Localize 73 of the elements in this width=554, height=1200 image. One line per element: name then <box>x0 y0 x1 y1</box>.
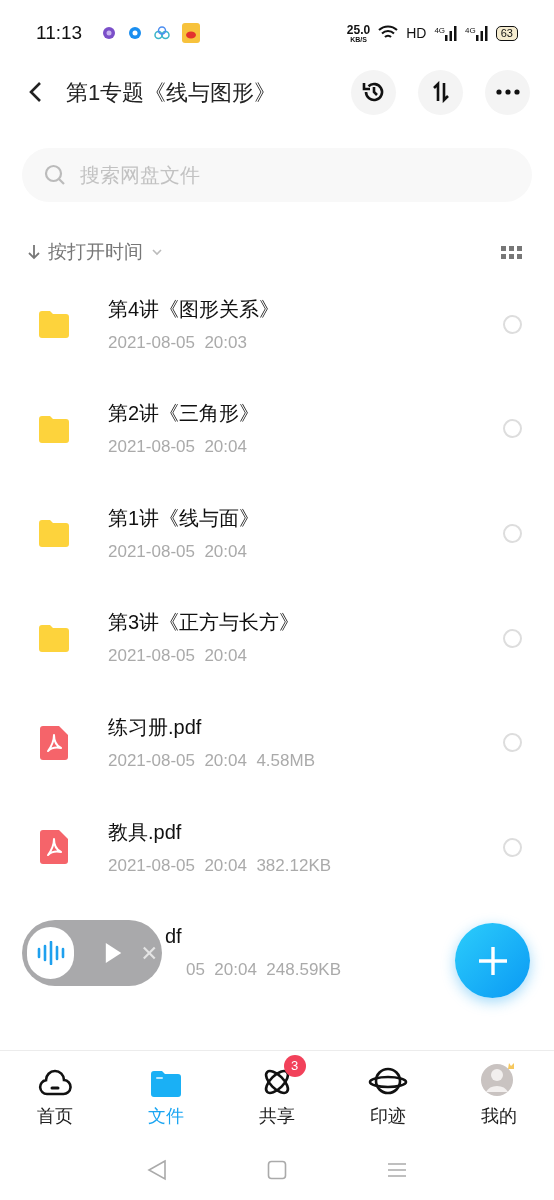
file-row[interactable]: 第1讲《线与面》 2021-08-05 20:04 <box>0 481 554 586</box>
folder-icon <box>37 414 71 443</box>
file-name: df <box>165 924 182 950</box>
select-radio[interactable] <box>503 419 522 439</box>
file-meta: 2021-08-05 20:04 <box>108 645 248 668</box>
file-name: 第3讲《正方与长方》 <box>108 610 300 636</box>
sort-dropdown[interactable]: 按打开时间 <box>28 237 163 267</box>
file-row[interactable]: 教具.pdf 2021-08-05 20:04 382.12KB <box>0 794 554 900</box>
select-radio[interactable] <box>503 628 522 648</box>
nav-tab[interactable]: 我的 <box>443 1051 554 1140</box>
file-row[interactable]: 第4讲《图形关系》 2021-08-05 20:03 <box>0 272 554 377</box>
select-radio[interactable] <box>503 837 522 857</box>
nav-tab[interactable]: 首页 <box>0 1051 111 1140</box>
back-nav-icon[interactable] <box>147 1159 167 1181</box>
app-notification-icon <box>182 23 201 43</box>
notification-badge: 3 <box>283 1055 306 1077</box>
file-meta: 2021-08-05 20:03 <box>108 331 248 354</box>
page-title: 第1专题《线与图形》 <box>66 78 277 107</box>
play-icon[interactable] <box>104 941 123 965</box>
nav-tab[interactable]: 共享 3 <box>221 1051 333 1140</box>
chevron-down-icon <box>151 248 163 256</box>
pdf-icon <box>40 725 68 760</box>
select-radio[interactable] <box>503 314 522 334</box>
folder-icon <box>37 624 71 653</box>
status-time: 11:13 <box>36 20 83 45</box>
grid-view-icon[interactable] <box>501 245 522 259</box>
file-meta: 05 20:04 248.59KB <box>185 959 342 982</box>
file-name: 第1讲《线与面》 <box>108 505 260 531</box>
close-icon[interactable] <box>142 945 157 961</box>
hd-label: HD <box>406 23 427 43</box>
folder-icon <box>37 519 71 548</box>
folder-icon <box>151 1071 182 1097</box>
search-icon <box>44 164 66 186</box>
sort-button[interactable] <box>418 69 463 115</box>
select-radio[interactable] <box>503 524 522 543</box>
signal-icon <box>445 25 458 41</box>
file-meta: 2021-08-05 20:04 4.58MB <box>108 749 315 772</box>
atom-icon <box>262 1067 292 1097</box>
network-label: 4G <box>465 25 476 37</box>
plus-icon <box>476 944 509 977</box>
sound-wave-icon <box>35 941 66 965</box>
arrow-down-icon <box>28 244 40 260</box>
file-meta: 2021-08-05 20:04 <box>108 436 248 459</box>
file-row[interactable]: 第2讲《三角形》 2021-08-05 20:04 <box>0 376 554 482</box>
file-row[interactable]: 第3讲《正方与长方》 2021-08-05 20:04 <box>0 585 554 691</box>
app-notification-icon <box>102 26 117 40</box>
app-notification-icon <box>128 26 143 40</box>
voice-button[interactable] <box>27 927 75 979</box>
battery-indicator: 63 <box>495 25 518 41</box>
nav-tab[interactable]: 印迹 <box>332 1051 444 1140</box>
signal-icon <box>475 25 488 41</box>
file-meta: 2021-08-05 20:04 382.12KB <box>108 854 332 877</box>
file-name: 第4讲《图形关系》 <box>108 296 280 322</box>
home-nav-icon[interactable] <box>267 1160 287 1180</box>
file-name: 教具.pdf <box>108 819 183 845</box>
planet-icon <box>367 1065 408 1097</box>
network-label: 4G <box>434 25 446 37</box>
more-button[interactable] <box>485 69 530 115</box>
folder-icon <box>37 310 71 339</box>
menu-nav-icon[interactable] <box>387 1162 407 1178</box>
pdf-icon <box>40 830 68 865</box>
app-notification-icon <box>154 26 171 40</box>
network-speed: 25.0 <box>346 23 371 36</box>
file-name: 练习册.pdf <box>108 714 203 740</box>
more-icon <box>495 89 520 95</box>
file-row[interactable]: 练习册.pdf 2021-08-05 20:04 4.58MB <box>0 690 554 795</box>
file-name: 第2讲《三角形》 <box>108 401 260 427</box>
select-radio[interactable] <box>503 733 522 753</box>
cloud-icon <box>38 1069 73 1097</box>
back-icon[interactable] <box>28 81 42 103</box>
file-meta: 2021-08-05 20:04 <box>108 540 248 563</box>
history-button[interactable] <box>351 69 396 115</box>
add-button[interactable] <box>455 923 530 998</box>
